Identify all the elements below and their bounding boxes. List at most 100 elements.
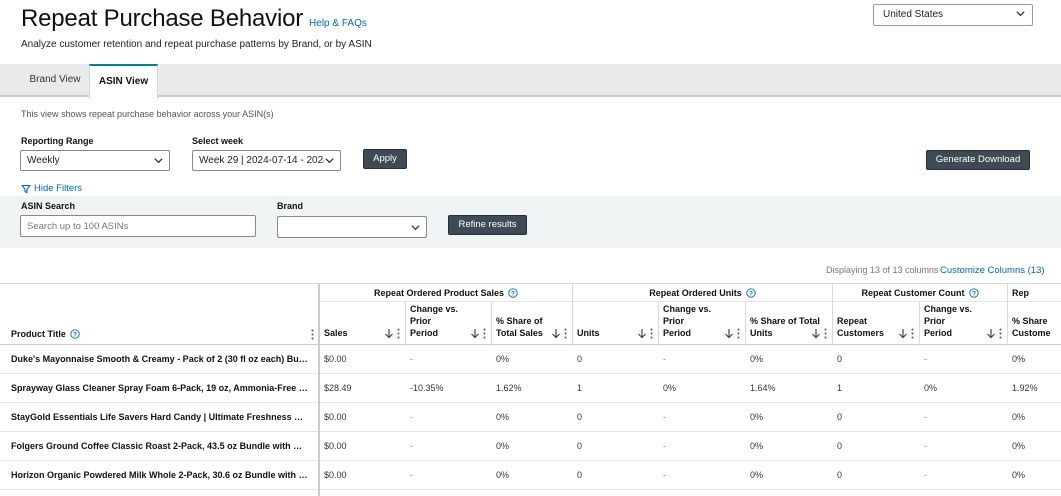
column-header[interactable]: Change vs. Prior Period [406, 302, 492, 345]
filter-icon [21, 184, 31, 193]
table-cell: - [663, 470, 666, 480]
column-header-label: % Share Custome [1012, 303, 1051, 339]
table-row[interactable]: Sprayway Glass Cleaner Spray Foam 6-Pack… [0, 374, 318, 403]
table-cell: 0 [577, 412, 583, 422]
product-title-header[interactable]: Product Title ? [0, 284, 320, 345]
column-header[interactable]: % Share Custome [1008, 302, 1061, 345]
column-header-line: Custome [1012, 328, 1051, 338]
svg-text:?: ? [972, 290, 976, 297]
table-cell: $0.00 [324, 412, 347, 422]
column-header[interactable]: Sales [320, 302, 406, 345]
column-header[interactable]: % Share of Total Units [746, 302, 833, 345]
table-row: $0.00 - 0% 0 - 0% 0 - 0% [320, 345, 1061, 374]
help-circle-icon[interactable]: ? [508, 287, 518, 298]
table-row[interactable]: Folgers Ground Coffee Classic Roast 2-Pa… [0, 432, 318, 461]
help-circle-icon[interactable]: ? [968, 287, 979, 298]
hide-filters-toggle[interactable]: Hide Filters [21, 183, 82, 194]
product-title-cell[interactable]: Horizon Organic Powdered Milk Whole 2-Pa… [11, 470, 308, 480]
sort-arrow-icon[interactable] [811, 328, 821, 339]
table-cell: 0% [1012, 470, 1026, 480]
scroll-area[interactable]: Repeat Ordered Product Sales? Repeat Orde… [320, 284, 1061, 496]
column-header-label: Change vs. Prior Period [410, 303, 458, 339]
sort-arrow-icon[interactable] [986, 328, 996, 339]
sort-arrow-icon[interactable] [384, 328, 394, 339]
column-header-label: Repeat Customers [837, 303, 884, 339]
apply-button[interactable]: Apply [363, 149, 407, 169]
reporting-range-label: Reporting Range [21, 136, 94, 146]
table-row[interactable]: Duke's Mayonnaise Smooth & Creamy - Pack… [0, 345, 318, 374]
column-header[interactable]: Repeat Customers [833, 302, 920, 345]
column-menu-icon[interactable] [564, 328, 567, 339]
column-menu-icon[interactable] [824, 328, 827, 339]
column-header-line: % Share [1012, 316, 1048, 326]
brand-select[interactable] [277, 216, 427, 238]
column-header-line: Customers [837, 328, 885, 338]
column-header-line: % Share of [496, 316, 543, 326]
tab-brand-view[interactable]: Brand View [21, 64, 89, 97]
column-header-line [324, 315, 348, 327]
column-menu-icon[interactable] [650, 328, 653, 339]
table-cell: 0% [496, 470, 510, 480]
table-cell: 0% [1012, 412, 1026, 422]
select-week-select[interactable]: Week 29 | 2024-07-14 - 2024 [192, 150, 341, 171]
column-menu-icon[interactable] [311, 329, 314, 340]
chevron-down-icon [410, 222, 421, 233]
column-header-line [750, 303, 832, 315]
reporting-range-select[interactable]: Weekly [20, 150, 170, 171]
column-header-line: Sales [324, 328, 348, 338]
brand-label: Brand [277, 201, 304, 211]
display-count: Displaying 13 of 13 columns [826, 265, 939, 275]
table-cell: $0.00 [324, 354, 347, 364]
column-header[interactable]: Units [573, 302, 659, 345]
table-cell: 0% [496, 412, 510, 422]
column-header-line: Period [663, 328, 692, 338]
product-title-cell[interactable]: Duke's Mayonnaise Smooth & Creamy - Pack… [11, 354, 308, 364]
sort-arrow-icon[interactable] [724, 328, 734, 339]
tab-asin-view[interactable]: ASIN View [89, 64, 158, 99]
country-select[interactable]: United States [873, 4, 1033, 26]
asin-search-input[interactable] [20, 215, 256, 237]
product-title-cell[interactable]: StayGold Essentials Life Savers Hard Can… [11, 412, 308, 422]
column-header-line [837, 303, 884, 315]
sort-arrow-icon[interactable] [470, 328, 480, 339]
column-menu-icon[interactable] [737, 328, 740, 339]
table-cell: $28.49 [324, 383, 352, 393]
column-menu-icon[interactable] [911, 328, 914, 339]
column-header-line [1012, 303, 1051, 315]
table-cell: 0% [663, 383, 677, 393]
table-row[interactable]: StayGold Essentials Life Savers Hard Can… [0, 403, 318, 432]
sort-arrow-icon[interactable] [898, 328, 908, 339]
column-group-header: Rep [1008, 284, 1061, 302]
product-title-header-text: Product Title [11, 329, 66, 339]
product-title-cell[interactable]: Folgers Ground Coffee Classic Roast 2-Pa… [11, 441, 308, 451]
product-title-header-label: Product Title ? [11, 329, 80, 339]
column-group-label: Repeat Ordered Units [649, 287, 742, 298]
table-cell: - [663, 441, 666, 451]
country-select-value: United States [883, 9, 944, 20]
asin-search-label: ASIN Search [21, 201, 76, 211]
select-week-label: Select week [192, 136, 244, 146]
table-cell: 0% [1012, 441, 1026, 451]
sort-arrow-icon[interactable] [551, 328, 561, 339]
page-header: Repeat Purchase Behavior Help & FAQs Ana… [21, 5, 372, 50]
column-group-header: Repeat Customer Count? [833, 284, 1008, 302]
table-cell: 0 [577, 354, 583, 364]
column-menu-icon[interactable] [483, 328, 486, 339]
column-header[interactable]: Change vs. Prior Period [920, 302, 1008, 345]
column-header[interactable]: % Share of Total Sales [492, 302, 573, 345]
chevron-down-icon [324, 155, 335, 166]
column-menu-icon[interactable] [999, 328, 1002, 339]
table-cell: - [410, 470, 413, 480]
refine-results-button[interactable]: Refine results [448, 215, 527, 235]
column-header-line: Change vs. [410, 304, 459, 314]
table-row[interactable]: Horizon Organic Powdered Milk Whole 2-Pa… [0, 461, 318, 490]
generate-download-button[interactable]: Generate Download [926, 150, 1030, 170]
column-menu-icon[interactable] [397, 328, 400, 339]
customize-columns-link[interactable]: Customize Columns (13) [940, 265, 1045, 276]
help-faqs-link[interactable]: Help & FAQs [309, 18, 367, 29]
help-circle-icon[interactable]: ? [70, 329, 80, 339]
column-header[interactable]: Change vs. Prior Period [659, 302, 746, 345]
product-title-cell[interactable]: Sprayway Glass Cleaner Spray Foam 6-Pack… [11, 383, 308, 393]
sort-arrow-icon[interactable] [637, 328, 647, 339]
table-cell: 0% [1012, 354, 1026, 364]
